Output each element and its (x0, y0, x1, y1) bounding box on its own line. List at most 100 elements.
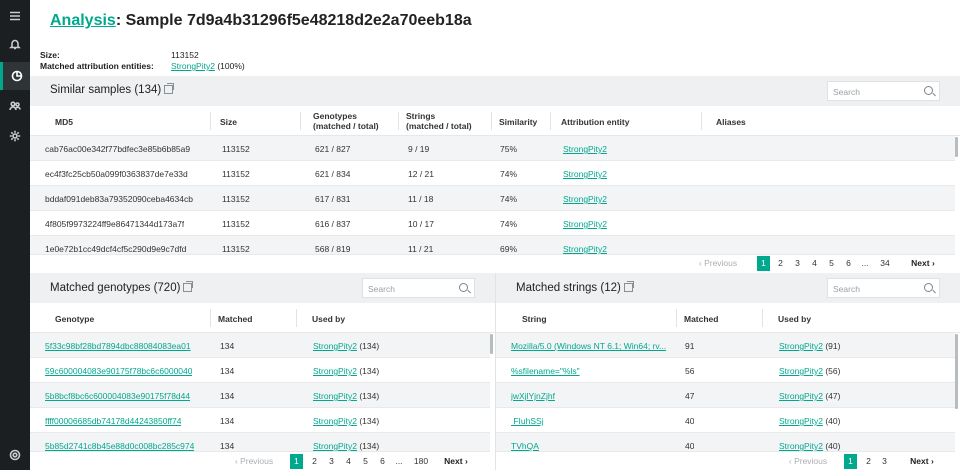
genotypes-search-input[interactable] (363, 280, 474, 298)
search-icon[interactable] (924, 86, 933, 95)
table-row[interactable]: Mozilla/5.0 (Windows NT 6.1; Win64; rv..… (496, 333, 955, 358)
col-genotypes[interactable]: Genotypes (matched / total) (313, 111, 379, 131)
copy-icon[interactable] (164, 83, 175, 94)
genotypes-scrollbar-thumb[interactable] (490, 334, 493, 354)
col-matched[interactable]: Matched (218, 314, 252, 324)
col-similarity[interactable]: Similarity (499, 117, 537, 127)
entity-link[interactable]: StrongPity2 (563, 144, 607, 154)
col-size[interactable]: Size (220, 117, 237, 127)
string-link[interactable]: %sfilename="%ls" (511, 366, 580, 376)
col-string[interactable]: String (522, 314, 547, 324)
string-link[interactable]: jwXjlYjnZjhf (511, 391, 555, 401)
entity-link[interactable]: StrongPity2 (563, 194, 607, 204)
strings-search[interactable] (827, 278, 940, 298)
table-row[interactable]: 5b85d2741c8b45e88d0c008bc285c974 134 Str… (30, 433, 490, 452)
bell-icon[interactable] (0, 30, 30, 58)
copy-icon[interactable] (183, 281, 194, 292)
strings-scrollbar-thumb[interactable] (955, 334, 958, 409)
gear-icon[interactable] (0, 122, 30, 150)
genotype-link[interactable]: 5f33c98bf28bd7894dbc88084083ea01 (45, 341, 191, 351)
col-matched[interactable]: Matched (684, 314, 718, 324)
table-row[interactable]: 4f805f9973224ff9e86471344d173a7f 113152 … (30, 211, 955, 236)
col-genotype[interactable]: Genotype (55, 314, 94, 324)
table-row[interactable]: 5b8bcf8bc6c600004083e90175f78d44 134 Str… (30, 383, 490, 408)
page-button[interactable]: 3 (878, 454, 891, 469)
page-button[interactable]: 4 (808, 256, 821, 271)
entity-link[interactable]: StrongPity2 (313, 441, 357, 451)
string-link[interactable]: FIuhSSj (511, 416, 543, 426)
col-aliases[interactable]: Aliases (716, 117, 746, 127)
table-row[interactable]: FIuhSSj 40 StrongPity2 (40) (496, 408, 955, 433)
genotype-link[interactable]: 5b85d2741c8b45e88d0c008bc285c974 (45, 441, 194, 451)
similar-samples-search-input[interactable] (828, 83, 939, 101)
help-icon[interactable] (0, 441, 30, 469)
entity-link[interactable]: StrongPity2 (779, 416, 823, 426)
page-button[interactable]: 1 (844, 454, 857, 469)
search-icon[interactable] (924, 283, 933, 292)
table-row[interactable]: %sfilename="%ls" 56 StrongPity2 (56) (496, 358, 955, 383)
genotypes-search[interactable] (362, 278, 475, 298)
page-button[interactable]: 180 (410, 454, 432, 469)
page-button[interactable]: 5 (359, 454, 372, 469)
string-link[interactable]: TVhQA (511, 441, 539, 451)
previous-page-button[interactable]: ‹ Previous (780, 454, 836, 469)
similar-samples-search[interactable] (827, 81, 940, 101)
genotype-link[interactable]: 59c600004083e90175f78bc6c6000040 (45, 366, 192, 376)
entity-link[interactable]: StrongPity2 (779, 341, 823, 351)
analysis-icon[interactable] (0, 62, 30, 90)
next-page-button[interactable]: Next › (903, 256, 943, 271)
page-button[interactable]: 2 (774, 256, 787, 271)
users-icon[interactable] (0, 92, 30, 120)
col-attribution-entity[interactable]: Attribution entity (561, 117, 629, 127)
table-row[interactable]: 59c600004083e90175f78bc6c6000040 134 Str… (30, 358, 490, 383)
search-icon[interactable] (459, 283, 468, 292)
page-button[interactable]: 1 (290, 454, 303, 469)
col-used-by[interactable]: Used by (778, 314, 811, 324)
page-button[interactable]: 3 (791, 256, 804, 271)
table-row[interactable]: ffff00006685db74178d44243850ff74 134 Str… (30, 408, 490, 433)
entity-link[interactable]: StrongPity2 (779, 391, 823, 401)
page-button[interactable]: 4 (342, 454, 355, 469)
entity-link[interactable]: StrongPity2 (563, 219, 607, 229)
table-row[interactable]: jwXjlYjnZjhf 47 StrongPity2 (47) (496, 383, 955, 408)
page-button[interactable]: 5 (825, 256, 838, 271)
table-row[interactable]: TVhQA 40 StrongPity2 (40) (496, 433, 955, 452)
entity-link[interactable]: StrongPity2 (779, 366, 823, 376)
page-button[interactable]: 2 (308, 454, 321, 469)
col-used-by[interactable]: Used by (312, 314, 345, 324)
string-link[interactable]: Mozilla/5.0 (Windows NT 6.1; Win64; rv..… (511, 341, 666, 351)
table-row[interactable]: 5f33c98bf28bd7894dbc88084083ea01 134 Str… (30, 333, 490, 358)
table-row[interactable]: 1e0e72b1cc49dcf4cf5c290d9e9c7dfd 113152 … (30, 236, 955, 255)
table-row[interactable]: ec4f3fc25cb50a099f0363837de7e33d 113152 … (30, 161, 955, 186)
genotype-link[interactable]: ffff00006685db74178d44243850ff74 (45, 416, 181, 426)
entity-link[interactable]: StrongPity2 (563, 169, 607, 179)
table-row[interactable]: bddaf091deb83a79352090ceba4634cb 113152 … (30, 186, 955, 211)
string-cell: TVhQA (511, 441, 539, 451)
entity-link[interactable]: StrongPity2 (313, 366, 357, 376)
entity-link[interactable]: StrongPity2 (171, 61, 215, 71)
previous-page-button[interactable]: ‹ Previous (694, 256, 742, 271)
strings-search-input[interactable] (828, 280, 939, 298)
copy-icon[interactable] (623, 281, 634, 292)
page-button[interactable]: 6 (842, 256, 855, 271)
col-md5[interactable]: MD5 (55, 117, 73, 127)
menu-icon[interactable] (0, 2, 30, 30)
entity-link[interactable]: StrongPity2 (313, 341, 357, 351)
entity-link[interactable]: StrongPity2 (313, 416, 357, 426)
next-page-button[interactable]: Next › (436, 454, 476, 469)
page-button[interactable]: 3 (325, 454, 338, 469)
genotype-link[interactable]: 5b8bcf8bc6c600004083e90175f78d44 (45, 391, 190, 401)
col-strings[interactable]: Strings (matched / total) (406, 111, 472, 131)
entity-link[interactable]: StrongPity2 (779, 441, 823, 451)
entity-link[interactable]: StrongPity2 (563, 244, 607, 254)
page-button[interactable]: 2 (862, 454, 875, 469)
table-row[interactable]: cab76ac00e342f77bdfec3e85b6b85a9 113152 … (30, 136, 955, 161)
page-button[interactable]: 6 (376, 454, 389, 469)
similar-scrollbar-thumb[interactable] (955, 137, 958, 157)
page-button[interactable]: 34 (876, 256, 894, 271)
analysis-breadcrumb-link[interactable]: Analysis (50, 12, 116, 29)
next-page-button[interactable]: Next › (902, 454, 942, 469)
entity-link[interactable]: StrongPity2 (313, 391, 357, 401)
previous-page-button[interactable]: ‹ Previous (226, 454, 282, 469)
page-button[interactable]: 1 (757, 256, 770, 271)
